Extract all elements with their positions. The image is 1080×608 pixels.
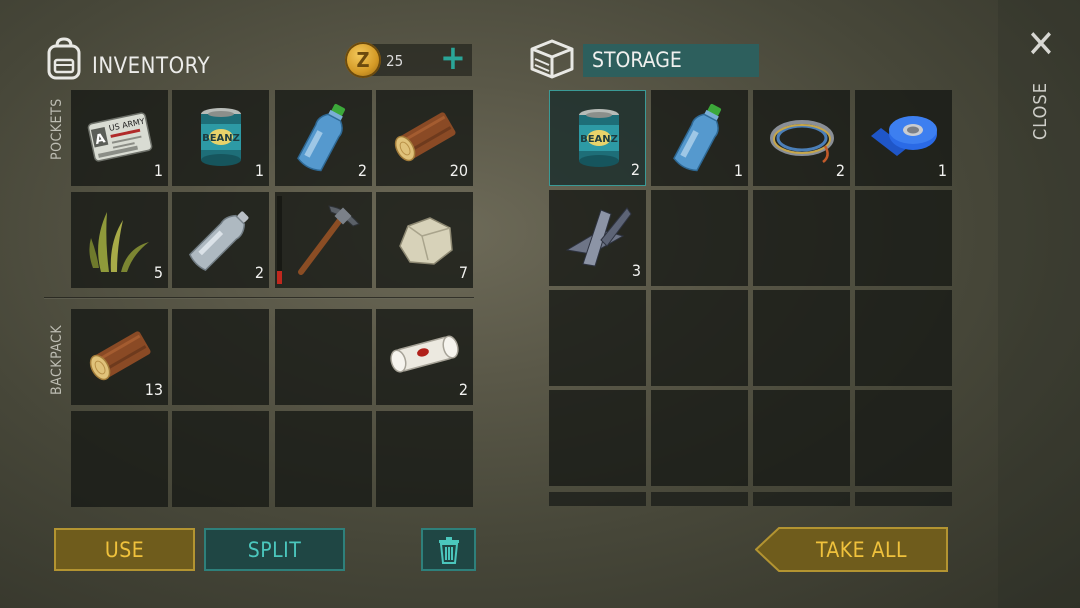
item-qty: 1 <box>153 161 163 180</box>
beanz-can-icon: BEANZ <box>201 108 241 166</box>
storage-slot-tape[interactable]: 1 <box>855 90 952 186</box>
storage-slot-empty[interactable] <box>855 190 952 286</box>
split-button[interactable]: SPLIT <box>204 528 345 571</box>
item-qty: 20 <box>449 161 468 180</box>
pocket-slot-plant-fiber[interactable]: 5 <box>71 192 168 288</box>
wire-icon <box>770 120 834 163</box>
bandage-icon <box>390 335 459 373</box>
water-bottle-icon <box>673 103 722 172</box>
coin-icon: Z <box>345 42 381 78</box>
item-qty: 2 <box>357 161 367 180</box>
split-button-label: SPLIT <box>247 537 302 562</box>
close-icon[interactable]: ✕ <box>1023 25 1059 63</box>
pickaxe-icon <box>298 205 360 275</box>
storage-slot-empty[interactable] <box>651 290 748 386</box>
storage-slot-partial <box>753 492 850 506</box>
pockets-label: POCKETS <box>49 98 65 160</box>
coin-count: 25 <box>386 52 404 70</box>
storage-slot-empty[interactable] <box>753 290 850 386</box>
close-label[interactable]: CLOSE <box>1030 82 1051 140</box>
storage-slot-empty[interactable] <box>855 290 952 386</box>
backpack-slot-empty[interactable] <box>275 309 372 405</box>
can-label-text: BEANZ <box>580 134 618 145</box>
trash-button[interactable] <box>421 528 476 571</box>
backpack-slot-empty[interactable] <box>376 411 473 507</box>
storage-slot-water-bottle[interactable]: 1 <box>651 90 748 186</box>
plant-fiber-icon <box>89 212 149 272</box>
backpack-slot-empty[interactable] <box>71 411 168 507</box>
tape-icon <box>871 116 937 156</box>
empty-bottle-icon <box>188 211 249 272</box>
water-bottle-icon <box>297 103 346 172</box>
scrap-metal-icon <box>565 207 632 267</box>
stone-icon <box>399 217 453 265</box>
pocket-slot-log[interactable]: 20 <box>376 90 473 186</box>
item-qty: 3 <box>631 261 641 280</box>
storage-slot-empty[interactable] <box>549 290 646 386</box>
storage-slot-beanz[interactable]: BEANZ 2 <box>549 90 646 186</box>
storage-slot-empty[interactable] <box>753 390 850 486</box>
pocket-slot-water-bottle[interactable]: 2 <box>275 90 372 186</box>
storage-box-icon <box>529 38 575 80</box>
beanz-can-icon: BEANZ <box>579 109 619 167</box>
durability-bar <box>277 271 282 284</box>
storage-slot-empty[interactable] <box>549 390 646 486</box>
storage-slot-empty[interactable] <box>651 390 748 486</box>
storage-slot-empty[interactable] <box>855 390 952 486</box>
inventory-title: INVENTORY <box>92 54 211 79</box>
use-button[interactable]: USE <box>54 528 195 571</box>
storage-slot-partial <box>549 492 646 506</box>
backpack-slot-empty[interactable] <box>172 309 269 405</box>
backpack-icon <box>44 36 84 80</box>
storage-slot-empty[interactable] <box>651 190 748 286</box>
item-qty: 13 <box>144 380 163 399</box>
item-qty: 7 <box>458 263 468 282</box>
backpack-slot-log[interactable]: 13 <box>71 309 168 405</box>
backpack-slot-empty[interactable] <box>172 411 269 507</box>
item-qty: 1 <box>733 161 743 180</box>
storage-slot-scrap-metal[interactable]: 3 <box>549 190 646 286</box>
storage-title: STORAGE <box>592 48 682 72</box>
pocket-slot-empty-bottle[interactable]: 2 <box>172 192 269 288</box>
storage-slot-partial <box>651 492 748 506</box>
take-all-label: TAKE ALL <box>815 537 908 562</box>
storage-slot-empty[interactable] <box>753 190 850 286</box>
pocket-slot-id-card[interactable]: US ARMY A 1 <box>71 90 168 186</box>
pocket-slot-stone[interactable]: 7 <box>376 192 473 288</box>
item-qty: 1 <box>937 161 947 180</box>
item-qty: 1 <box>254 161 264 180</box>
item-qty: 2 <box>630 160 640 179</box>
take-all-button[interactable]: TAKE ALL <box>755 527 948 572</box>
id-card-icon: US ARMY A <box>87 112 153 162</box>
plus-icon[interactable]: + <box>436 41 470 76</box>
backpack-label: BACKPACK <box>49 324 65 395</box>
pocket-slot-beanz[interactable]: BEANZ 1 <box>172 90 269 186</box>
backpack-slot-bandage[interactable]: 2 <box>376 309 473 405</box>
storage-slot-partial <box>855 492 952 506</box>
item-qty: 2 <box>458 380 468 399</box>
backpack-slot-empty[interactable] <box>275 411 372 507</box>
use-button-label: USE <box>104 537 145 562</box>
trash-icon <box>438 536 459 564</box>
storage-slot-wire[interactable]: 2 <box>753 90 850 186</box>
item-qty: 5 <box>153 263 163 282</box>
item-qty: 2 <box>835 161 845 180</box>
can-label-text: BEANZ <box>202 133 240 144</box>
item-qty: 2 <box>254 263 264 282</box>
pocket-slot-pickaxe[interactable] <box>275 192 372 288</box>
